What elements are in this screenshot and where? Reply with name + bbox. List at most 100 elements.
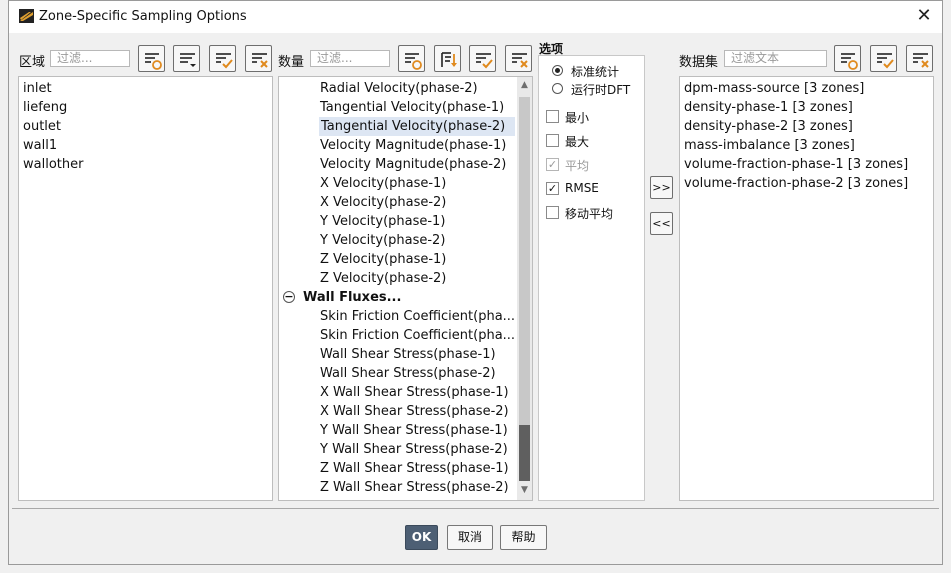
zones-check-button[interactable] xyxy=(209,45,236,72)
title-bar: Zone-Specific Sampling Options ✕ xyxy=(9,1,942,33)
stats-mode-radio[interactable] xyxy=(552,83,563,94)
quantity-item-label: X Velocity(phase-2) xyxy=(320,195,447,210)
option-checkbox[interactable] xyxy=(546,134,559,147)
zone-item[interactable]: wallother xyxy=(23,155,83,174)
quantity-item[interactable]: Tangential Velocity(phase-1) xyxy=(320,98,504,117)
quantities-clear-button[interactable] xyxy=(505,45,532,72)
quantities-select-all-button[interactable] xyxy=(398,45,425,72)
quantity-item[interactable]: Z Wall Shear Stress(phase-2) xyxy=(320,478,509,497)
quantity-item[interactable]: X Wall Shear Stress(phase-2) xyxy=(320,402,509,421)
footer-separator xyxy=(12,508,939,509)
quantity-item[interactable]: Wall Shear Stress(phase-2) xyxy=(320,364,496,383)
stats-mode-label: 标准统计 xyxy=(571,65,620,79)
list-clear-icon xyxy=(512,53,528,68)
list-check-icon xyxy=(476,53,493,69)
dataset-item[interactable]: mass-imbalance [3 zones] xyxy=(684,136,855,155)
options-group: 标准统计 运行时DFT 最小 最大 ✓ 平均 ✓ RMSE 移动平均 xyxy=(538,55,645,501)
quantities-check-button[interactable] xyxy=(469,45,496,72)
dataset-item[interactable]: volume-fraction-phase-1 [3 zones] xyxy=(684,155,908,174)
quantity-item-label: Tangential Velocity(phase-1) xyxy=(320,100,505,115)
quantities-sort-button[interactable] xyxy=(434,45,461,72)
zone-item[interactable]: inlet xyxy=(23,79,52,98)
quantity-item-label: Radial Velocity(phase-2) xyxy=(320,81,478,96)
quantity-item[interactable]: Z Velocity(phase-2) xyxy=(320,269,446,288)
quantity-item[interactable]: Y Wall Shear Stress(phase-2) xyxy=(320,440,508,459)
quantity-item[interactable]: Y Velocity(phase-1) xyxy=(320,212,445,231)
option-checkbox-label: RMSE xyxy=(565,181,599,195)
option-checkbox-label: 移动平均 xyxy=(565,207,614,221)
cancel-button[interactable]: 取消 xyxy=(447,525,493,550)
datasets-select-all-button[interactable] xyxy=(834,45,861,72)
collapse-icon[interactable]: − xyxy=(283,291,295,303)
zones-filter-menu-button[interactable] xyxy=(173,45,200,72)
quantity-item[interactable]: X Wall Shear Stress(phase-1) xyxy=(320,383,509,402)
option-checkbox[interactable]: ✓ xyxy=(546,182,559,195)
quantity-item[interactable]: Z Velocity(phase-1) xyxy=(320,250,446,269)
quantity-item[interactable]: Skin Friction Coefficient(pha... xyxy=(320,307,515,326)
dataset-item[interactable]: volume-fraction-phase-2 [3 zones] xyxy=(684,174,908,193)
remove-dataset-button[interactable]: << xyxy=(650,212,673,235)
option-checkbox-label: 最大 xyxy=(565,135,590,149)
list-dropdown-icon xyxy=(180,53,196,67)
dataset-item[interactable]: dpm-mass-source [3 zones] xyxy=(684,79,864,98)
option-checkbox[interactable] xyxy=(546,206,559,219)
datasets-check-button[interactable] xyxy=(870,45,897,72)
quantity-item-label: Z Velocity(phase-1) xyxy=(320,252,447,267)
quantity-item[interactable]: X Velocity(phase-1) xyxy=(320,174,446,193)
option-checkbox-label: 最小 xyxy=(565,111,590,125)
quantity-item[interactable]: Radial Velocity(phase-2) xyxy=(320,79,478,98)
quantity-item[interactable]: Z Wall Shear Stress(phase-1) xyxy=(320,459,509,478)
close-icon[interactable]: ✕ xyxy=(914,6,934,26)
zones-select-all-button[interactable] xyxy=(138,45,165,72)
option-checkbox[interactable] xyxy=(546,110,559,123)
quantity-item[interactable]: Velocity Magnitude(phase-2) xyxy=(320,155,506,174)
quantity-item-label: Skin Friction Coefficient(pha... xyxy=(320,309,516,324)
datasets-list: dpm-mass-source [3 zones] density-phase-… xyxy=(679,76,934,501)
scroll-thumb[interactable] xyxy=(519,425,530,481)
quantity-group-header[interactable]: − Wall Fluxes... xyxy=(283,288,402,307)
dataset-item[interactable]: density-phase-2 [3 zones] xyxy=(684,117,853,136)
quantity-item-label: Y Velocity(phase-1) xyxy=(320,214,446,229)
zone-item[interactable]: outlet xyxy=(23,117,61,136)
quantity-item-label: Skin Friction Coefficient(pha... xyxy=(320,328,516,343)
scroll-track-upper xyxy=(519,97,530,427)
quantity-item-label: Wall Shear Stress(phase-1) xyxy=(320,347,496,362)
list-select-icon xyxy=(405,53,422,70)
datasets-clear-button[interactable] xyxy=(906,45,933,72)
quantity-item[interactable]: X Velocity(phase-2) xyxy=(320,193,446,212)
zones-filter-input[interactable]: 过滤... xyxy=(50,50,130,67)
option-checkbox-label: 平均 xyxy=(565,159,590,173)
quantity-item-label: Wall Shear Stress(phase-2) xyxy=(320,366,496,381)
add-dataset-button[interactable]: >> xyxy=(650,176,673,199)
quantity-item[interactable]: Y Velocity(phase-2) xyxy=(320,231,445,250)
zones-list: inlet liefeng outlet wall1 wallother xyxy=(18,76,273,501)
quantity-item-label: Y Velocity(phase-2) xyxy=(320,233,446,248)
quantity-item[interactable]: Y Wall Shear Stress(phase-1) xyxy=(320,421,508,440)
zones-label: 区域 xyxy=(19,55,46,70)
dialog-window: Zone-Specific Sampling Options ✕ 区域 过滤..… xyxy=(8,0,943,565)
dataset-item[interactable]: density-phase-1 [3 zones] xyxy=(684,98,853,117)
zones-clear-button[interactable] xyxy=(245,45,272,72)
quantity-item-label: Z Wall Shear Stress(phase-1) xyxy=(320,461,509,476)
option-checkbox: ✓ xyxy=(546,158,559,171)
scroll-down-icon[interactable]: ▼ xyxy=(517,484,532,496)
ok-button[interactable]: OK xyxy=(405,525,438,550)
quantities-filter-input[interactable]: 过滤... xyxy=(310,50,390,67)
app-logo-icon xyxy=(19,9,34,23)
stats-mode-radio[interactable] xyxy=(552,65,563,76)
zone-item[interactable]: wall1 xyxy=(23,136,57,155)
quantities-label: 数量 xyxy=(278,55,305,70)
help-button[interactable]: 帮助 xyxy=(500,525,547,550)
quantity-item-label: Wall Fluxes... xyxy=(303,290,402,305)
quantities-scrollbar[interactable]: ▲ ▼ xyxy=(517,77,532,500)
quantity-item[interactable]: Skin Friction Coefficient(pha... xyxy=(320,326,515,345)
list-clear-icon xyxy=(252,53,268,68)
scroll-up-icon[interactable]: ▲ xyxy=(517,79,532,91)
datasets-filter-input[interactable]: 过滤文本 xyxy=(724,50,827,67)
quantity-item[interactable]: Wall Shear Stress(phase-1) xyxy=(320,345,496,364)
quantity-item[interactable]: Tangential Velocity(phase-2) xyxy=(319,117,515,136)
quantity-item[interactable]: Velocity Magnitude(phase-1) xyxy=(320,136,506,155)
quantity-item-label: Z Velocity(phase-2) xyxy=(320,271,447,286)
list-check-icon xyxy=(877,53,894,69)
zone-item[interactable]: liefeng xyxy=(23,98,67,117)
